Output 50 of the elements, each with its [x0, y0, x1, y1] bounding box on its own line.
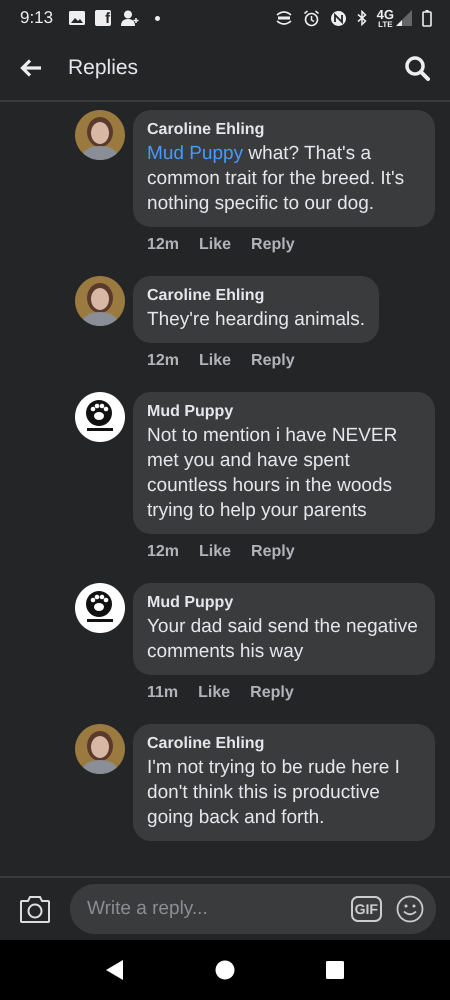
- comment-time: 12m: [147, 352, 180, 370]
- author-name[interactable]: Mud Puppy: [147, 401, 421, 423]
- back-button[interactable]: [20, 59, 42, 77]
- reply-link[interactable]: Reply: [251, 352, 295, 370]
- comment-text: I'm not trying to be rude here I don't think this is productive going back and forth.: [147, 756, 401, 830]
- signal-icon: [396, 10, 412, 26]
- like-link[interactable]: Like: [198, 684, 230, 702]
- like-link[interactable]: Like: [199, 352, 232, 370]
- comment-text: Your dad said send the negative comments his way: [147, 615, 419, 664]
- author-name[interactable]: Caroline Ehling: [147, 733, 421, 755]
- avatar[interactable]: [75, 583, 125, 633]
- recents-nav-button[interactable]: [326, 961, 344, 979]
- comment-text: Not to mention i have NEVER met you and have spent countless hours in the woods trying to help your parents: [147, 424, 398, 523]
- avatar[interactable]: [75, 392, 125, 442]
- dot-icon: [155, 16, 160, 20]
- author-name[interactable]: Caroline Ehling: [147, 119, 421, 141]
- camera-button[interactable]: [18, 895, 52, 923]
- comment-time: 11m: [147, 684, 178, 702]
- avatar[interactable]: [75, 276, 125, 326]
- back-nav-button[interactable]: [106, 960, 124, 980]
- battery-icon: [422, 10, 432, 26]
- person-add-icon: [121, 10, 140, 26]
- comment-text: They're hearding animals.: [147, 308, 366, 332]
- gif-button[interactable]: GIF: [350, 896, 382, 922]
- comment-time: 12m: [147, 543, 180, 561]
- page-title: Replies: [68, 56, 140, 80]
- like-link[interactable]: Like: [199, 236, 232, 254]
- comment-time: 12m: [147, 236, 180, 254]
- avatar[interactable]: [75, 724, 125, 774]
- app-icon: f: [95, 10, 112, 26]
- reply-link[interactable]: Reply: [250, 684, 294, 702]
- avatar[interactable]: [75, 110, 125, 160]
- search-button[interactable]: [404, 55, 430, 81]
- like-link[interactable]: Like: [199, 543, 232, 561]
- comment-text: Mud Puppy what? That's a common trait for the breed. It's nothing specific to our dog.: [147, 142, 406, 216]
- mention-link[interactable]: Mud Puppy: [147, 143, 244, 164]
- reply-link[interactable]: Reply: [251, 236, 295, 254]
- reply-field[interactable]: Write a reply... GIF: [70, 884, 436, 934]
- home-nav-button[interactable]: [214, 960, 235, 980]
- network-type: 4G LTE: [376, 8, 394, 28]
- gallery-icon: [69, 11, 86, 25]
- bluetooth-icon: [356, 10, 367, 26]
- nfc-icon: [330, 10, 347, 26]
- emoji-button[interactable]: [396, 895, 424, 923]
- author-name[interactable]: Mud Puppy: [147, 592, 421, 614]
- author-name[interactable]: Caroline Ehling: [147, 285, 366, 307]
- reply-link[interactable]: Reply: [251, 543, 295, 561]
- alarm-icon: [302, 10, 320, 26]
- volte-icon: [274, 10, 293, 26]
- status-time: 9:13: [20, 8, 54, 28]
